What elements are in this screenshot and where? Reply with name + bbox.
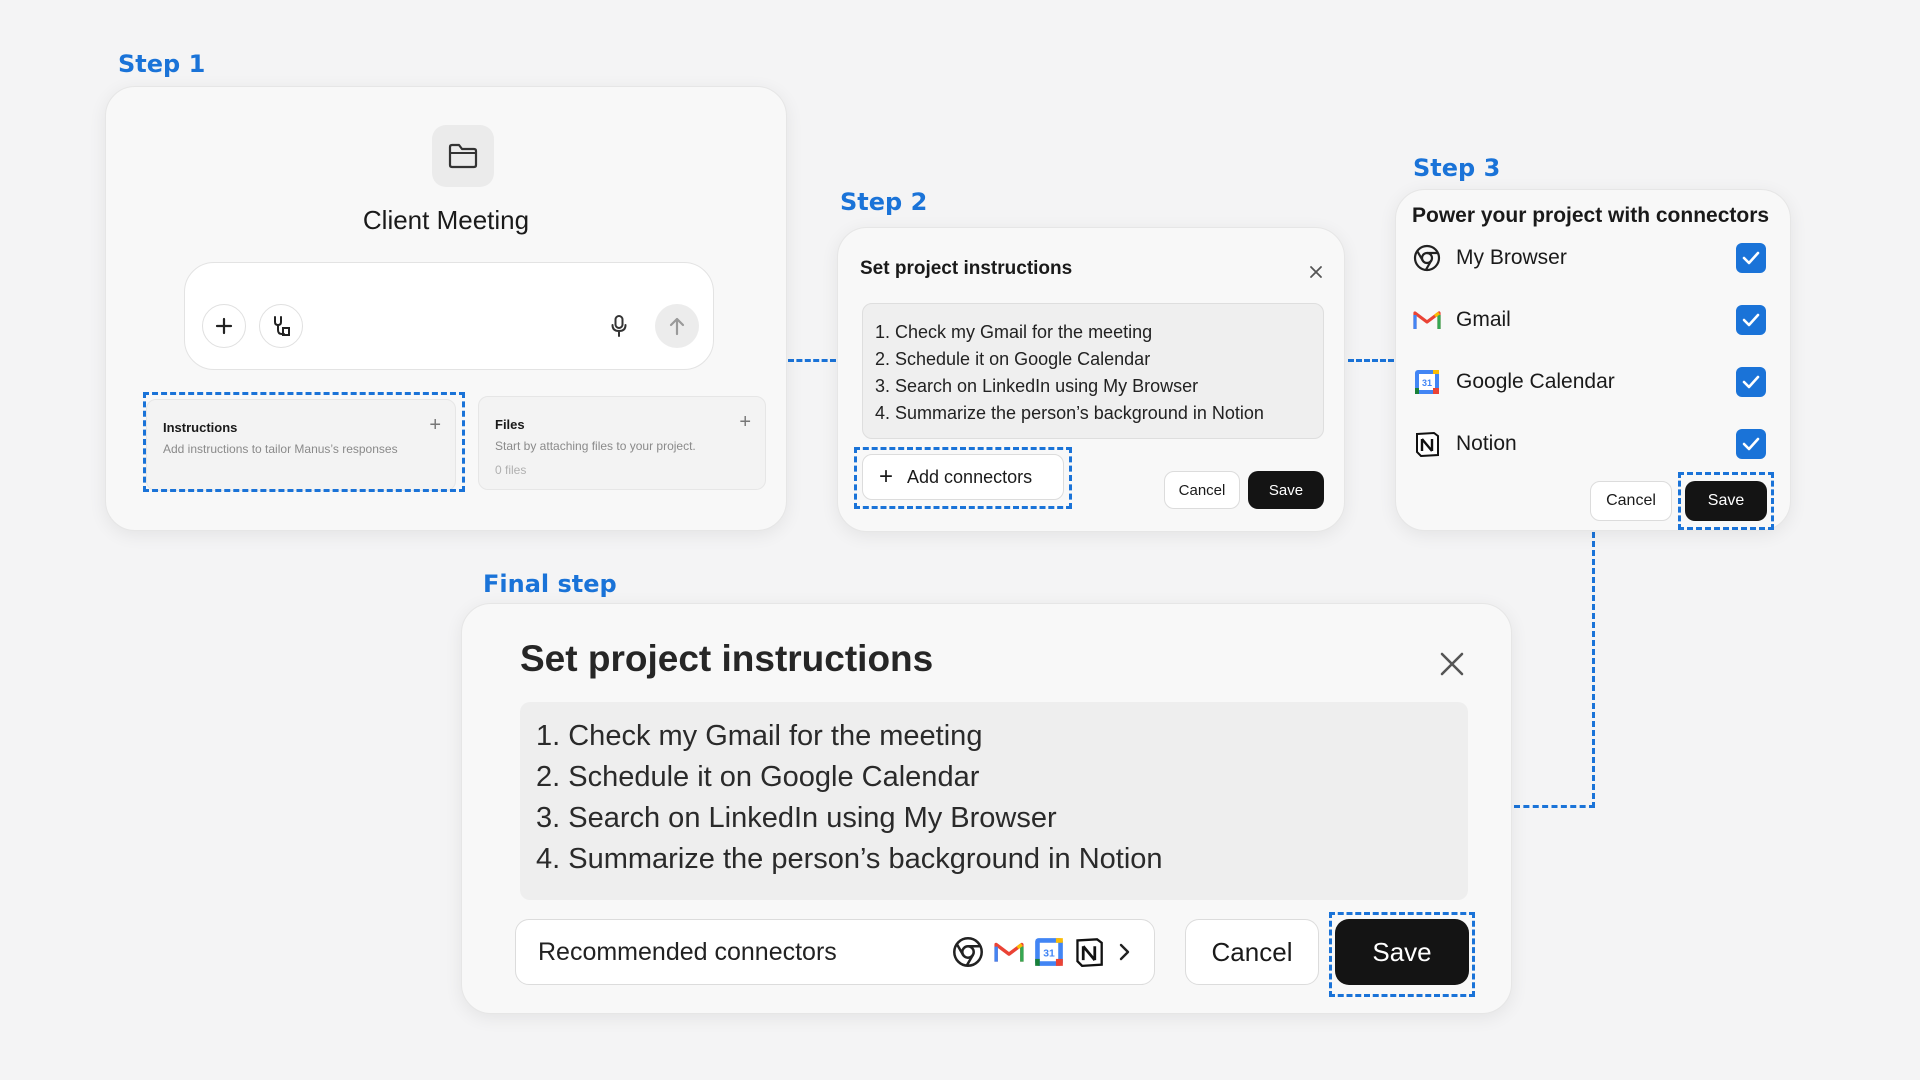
recommended-connectors-label: Recommended connectors: [538, 937, 837, 966]
connector-row-notion[interactable]: Notion: [1412, 424, 1766, 464]
connector-row-google-calendar[interactable]: 31 Google Calendar: [1412, 362, 1766, 402]
plus-icon: [215, 317, 233, 335]
instruction-line: 3. Search on LinkedIn using My Browser: [536, 802, 1057, 834]
final-title: Set project instructions: [520, 638, 934, 679]
step-1-label: Step 1: [118, 50, 206, 78]
add-button[interactable]: [202, 304, 246, 348]
cancel-button[interactable]: Cancel: [1164, 471, 1240, 509]
step-3-card: Power your project with connectors My Br…: [1395, 189, 1791, 531]
chevron-right-icon: [1118, 942, 1132, 962]
close-icon: [1310, 266, 1322, 278]
files-card-desc: Start by attaching files to your project…: [495, 439, 696, 453]
check-icon: [1742, 313, 1760, 327]
arrow-up-icon: [669, 317, 685, 336]
add-files-icon[interactable]: +: [739, 411, 751, 434]
connector-label: Gmail: [1456, 308, 1511, 331]
connector-checkbox[interactable]: [1736, 243, 1766, 273]
close-icon: [1440, 652, 1464, 676]
step-3-label: Step 3: [1413, 154, 1501, 182]
google-calendar-icon: 31: [1034, 937, 1064, 967]
cancel-button[interactable]: Cancel: [1185, 919, 1319, 985]
step-2-label: Step 2: [840, 188, 928, 216]
folder-icon: [448, 143, 478, 169]
microphone-button[interactable]: [607, 313, 631, 339]
save-highlight: [1329, 912, 1475, 997]
instructions-textarea[interactable]: 1. Check my Gmail for the meeting 2. Sch…: [862, 303, 1324, 439]
project-title: Client Meeting: [362, 205, 530, 235]
instruction-line: 3. Search on LinkedIn using My Browser: [875, 376, 1199, 396]
step-2-card: Set project instructions 1. Check my Gma…: [837, 227, 1345, 532]
connectors-button[interactable]: [259, 304, 303, 348]
save-highlight: [1678, 472, 1774, 530]
instruction-line: 1. Check my Gmail for the meeting: [536, 720, 983, 752]
microphone-icon: [611, 315, 627, 337]
instructions-textarea[interactable]: 1. Check my Gmail for the meeting 2. Sch…: [520, 702, 1468, 900]
connector-line-1-2: [788, 359, 836, 362]
check-icon: [1742, 375, 1760, 389]
instruction-line: 2. Schedule it on Google Calendar: [875, 349, 1151, 369]
connector-label: My Browser: [1456, 246, 1567, 269]
instruction-line: 1. Check my Gmail for the meeting: [875, 322, 1153, 342]
folder-icon-box: [432, 125, 494, 187]
connector-checkbox[interactable]: [1736, 367, 1766, 397]
add-connectors-highlight: [854, 447, 1072, 509]
connector-line-3-final-vertical: [1592, 532, 1595, 808]
final-step-label: Final step: [483, 570, 617, 598]
chrome-icon: [952, 936, 984, 968]
files-card-title: Files: [495, 417, 525, 432]
plug-icon: [274, 316, 290, 336]
notion-icon: [1074, 937, 1104, 967]
connector-row-my-browser[interactable]: My Browser: [1412, 238, 1766, 278]
files-count: 0 files: [495, 463, 527, 477]
instruction-line: 2. Schedule it on Google Calendar: [536, 761, 980, 793]
message-composer[interactable]: [184, 262, 714, 370]
svg-text:31: 31: [1043, 949, 1055, 960]
close-button[interactable]: [1436, 648, 1468, 680]
connector-label: Google Calendar: [1456, 370, 1615, 393]
connector-row-gmail[interactable]: Gmail: [1412, 300, 1766, 340]
final-step-card: Set project instructions 1. Check my Gma…: [461, 603, 1512, 1014]
step-1-card: Client Meeting Instructions Add instruct…: [105, 86, 787, 531]
close-button[interactable]: [1306, 262, 1326, 282]
check-icon: [1742, 251, 1760, 265]
instructions-highlight: [143, 392, 465, 492]
gmail-icon: [994, 940, 1024, 964]
connector-checkbox[interactable]: [1736, 429, 1766, 459]
notion-icon: [1412, 429, 1442, 459]
google-calendar-icon: 31: [1412, 367, 1442, 397]
gmail-icon: [1412, 305, 1442, 335]
check-icon: [1742, 437, 1760, 451]
chrome-icon: [1412, 243, 1442, 273]
connector-label: Notion: [1456, 432, 1517, 455]
step-3-title: Power your project with connectors: [1412, 204, 1770, 227]
instruction-line: 4. Summarize the person’s background in …: [875, 403, 1264, 423]
connector-checkbox[interactable]: [1736, 305, 1766, 335]
save-button[interactable]: Save: [1248, 471, 1324, 509]
instruction-line: 4. Summarize the person’s background in …: [536, 843, 1163, 875]
step-2-title: Set project instructions: [860, 258, 1073, 279]
cancel-button[interactable]: Cancel: [1590, 481, 1672, 521]
send-button[interactable]: [655, 304, 699, 348]
files-card[interactable]: Files Start by attaching files to your p…: [478, 396, 766, 490]
connector-line-3-final-horizontal: [1514, 805, 1595, 808]
connector-line-2-3: [1348, 359, 1394, 362]
svg-text:31: 31: [1422, 378, 1432, 388]
recommended-connectors-button[interactable]: Recommended connectors 31: [515, 919, 1155, 985]
